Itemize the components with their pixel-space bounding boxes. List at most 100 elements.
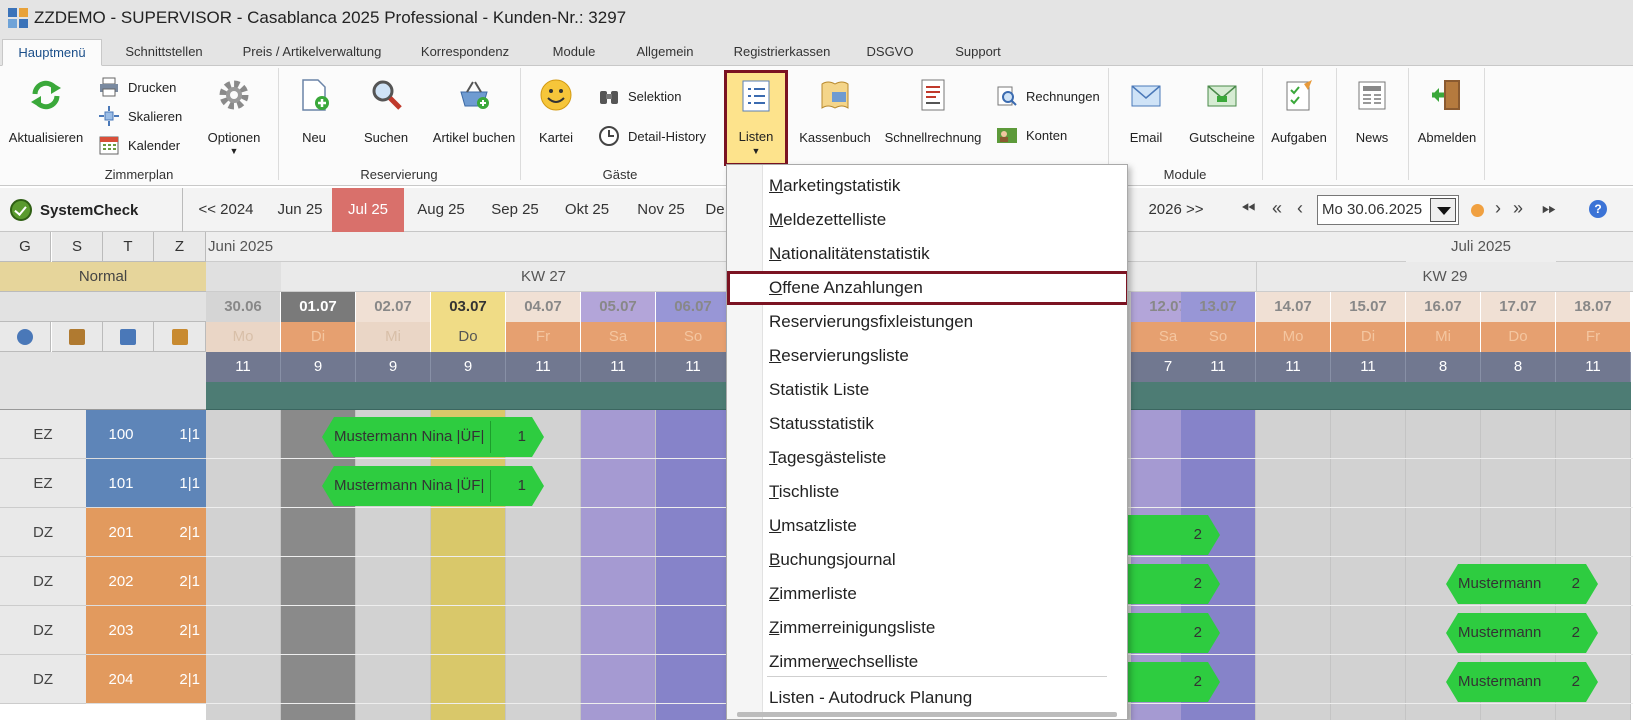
menu-item[interactable]: Marketingstatistik bbox=[727, 169, 1127, 203]
listen-button[interactable]: Listen ▼ bbox=[724, 70, 788, 166]
day-date-header[interactable]: 01.07 bbox=[281, 292, 356, 322]
chevron-down-icon[interactable] bbox=[1430, 198, 1456, 222]
day-date-header[interactable]: 03.07 bbox=[431, 292, 506, 322]
email-button[interactable]: Email bbox=[1116, 74, 1176, 164]
menu-scrollbar[interactable] bbox=[737, 712, 1117, 717]
day-date-header[interactable]: 02.07 bbox=[356, 292, 431, 322]
menu-item[interactable]: Tischliste bbox=[727, 475, 1127, 509]
menu-item[interactable]: Tagesgästeliste bbox=[727, 441, 1127, 475]
day-date-header[interactable]: 18.07 bbox=[1556, 292, 1631, 322]
artikel-buchen-button[interactable]: Artikel buchen bbox=[426, 74, 522, 164]
kassenbuch-button[interactable]: Kassenbuch bbox=[798, 74, 872, 164]
filter-button[interactable] bbox=[0, 322, 51, 352]
kartei-button[interactable]: Kartei bbox=[528, 74, 584, 164]
filter-header-z[interactable]: Z bbox=[154, 232, 206, 262]
konten-button[interactable]: Konten bbox=[996, 122, 1067, 148]
room-number[interactable]: 203 bbox=[86, 606, 156, 655]
filter-button[interactable] bbox=[52, 322, 103, 352]
reservation-block[interactable]: Mustermann Nina |ÜF| 1 bbox=[322, 466, 544, 506]
menu-item[interactable]: Listen - Autodruck Planung bbox=[727, 681, 1127, 715]
last-page-icon[interactable]: ⏩︎ bbox=[1542, 198, 1556, 219]
tab-support[interactable]: Support bbox=[938, 39, 1018, 66]
filter-header-g[interactable]: G bbox=[0, 232, 51, 262]
group-separator bbox=[1484, 68, 1485, 180]
nav-next-year[interactable]: 2026 >> bbox=[1134, 188, 1218, 232]
reservation-block[interactable]: Mustermann Nina |ÜF| 1 bbox=[322, 417, 544, 457]
menu-item[interactable]: Umsatzliste bbox=[727, 509, 1127, 543]
nav-month-aug[interactable]: Aug 25 bbox=[404, 188, 478, 232]
tab-schnittstellen[interactable]: Schnittstellen bbox=[108, 39, 220, 66]
day-date-header[interactable]: 16.07 bbox=[1406, 292, 1481, 322]
menu-item[interactable]: Reservierungsliste bbox=[727, 339, 1127, 373]
next-day-icon[interactable]: › bbox=[1495, 198, 1501, 219]
menu-item[interactable]: Reservierungsfixleistungen bbox=[727, 305, 1127, 339]
nav-month-jun[interactable]: Jun 25 bbox=[268, 188, 332, 232]
day-date-header[interactable]: 05.07 bbox=[581, 292, 656, 322]
menu-item[interactable]: Zimmerreinigungsliste bbox=[727, 611, 1127, 645]
room-number[interactable]: 202 bbox=[86, 557, 156, 606]
kalender-button[interactable]: Kalender bbox=[98, 132, 180, 158]
tab-module[interactable]: Module bbox=[536, 39, 612, 66]
schnellrechnung-button[interactable]: Schnellrechnung bbox=[884, 74, 982, 164]
day-date-header[interactable]: 06.07 bbox=[656, 292, 731, 322]
prev-day-icon[interactable]: ‹ bbox=[1297, 198, 1303, 219]
rechnungen-button[interactable]: Rechnungen bbox=[996, 83, 1100, 109]
menu-item[interactable]: Zimmerwechselliste bbox=[727, 645, 1127, 679]
menu-item[interactable]: Zimmerliste bbox=[727, 577, 1127, 611]
day-date-header[interactable]: 04.07 bbox=[506, 292, 581, 322]
menu-item[interactable]: Statistik Liste bbox=[727, 373, 1127, 407]
day-date-header[interactable]: 13.07 bbox=[1181, 292, 1256, 322]
prev-week-icon[interactable]: « bbox=[1272, 198, 1282, 219]
aktualisieren-button[interactable]: Aktualisieren bbox=[4, 74, 88, 164]
day-date-header[interactable]: 14.07 bbox=[1256, 292, 1331, 322]
tab-korrespondenz[interactable]: Korrespondenz bbox=[406, 39, 524, 66]
nav-month-sep[interactable]: Sep 25 bbox=[478, 188, 552, 232]
menu-item[interactable]: Statusstatistik bbox=[727, 407, 1127, 441]
room-number[interactable]: 204 bbox=[86, 655, 156, 704]
aufgaben-button[interactable]: Aufgaben bbox=[1266, 74, 1332, 164]
next-week-icon[interactable]: » bbox=[1513, 198, 1523, 219]
day-date-header[interactable]: 30.06 bbox=[206, 292, 281, 322]
day-column-body bbox=[1331, 410, 1406, 720]
menu-item[interactable]: Nationalitätenstatistik bbox=[727, 237, 1127, 271]
nav-month-nov[interactable]: Nov 25 bbox=[622, 188, 700, 232]
filter-button[interactable] bbox=[154, 322, 206, 352]
first-page-icon[interactable]: ⏪︎ bbox=[1241, 198, 1255, 219]
skalieren-button[interactable]: Skalieren bbox=[98, 103, 182, 129]
gutscheine-button[interactable]: Gutscheine bbox=[1186, 74, 1258, 164]
reservation-block[interactable]: Mustermann 2 bbox=[1446, 564, 1598, 604]
room-number[interactable]: 101 bbox=[86, 459, 156, 508]
systemcheck-button[interactable]: SystemCheck bbox=[0, 188, 183, 232]
menu-item[interactable]: Meldezettelliste bbox=[727, 203, 1127, 237]
abmelden-button[interactable]: Abmelden bbox=[1412, 74, 1482, 164]
tab-allgemein[interactable]: Allgemein bbox=[622, 39, 708, 66]
tab-dsgvo[interactable]: DSGVO bbox=[856, 39, 924, 66]
optionen-button[interactable]: Optionen ▼ bbox=[196, 74, 272, 164]
tab-registrierkassen[interactable]: Registrierkassen bbox=[720, 39, 844, 66]
day-date-header[interactable]: 17.07 bbox=[1481, 292, 1556, 322]
reservation-block[interactable]: Mustermann 2 bbox=[1446, 613, 1598, 653]
room-number[interactable]: 100 bbox=[86, 410, 156, 459]
drucken-button[interactable]: Drucken bbox=[98, 74, 176, 100]
news-button[interactable]: News bbox=[1344, 74, 1400, 164]
help-icon[interactable]: ? bbox=[1589, 200, 1607, 218]
suchen-button[interactable]: Suchen bbox=[356, 74, 416, 164]
room-number[interactable]: 201 bbox=[86, 508, 156, 557]
filter-header-s[interactable]: S bbox=[52, 232, 103, 262]
detail-history-button[interactable]: Detail-History bbox=[598, 123, 706, 149]
today-icon[interactable] bbox=[1471, 204, 1484, 217]
nav-month-okt[interactable]: Okt 25 bbox=[552, 188, 622, 232]
menu-item[interactable]: Offene Anzahlungen bbox=[727, 271, 1127, 305]
filter-header-t[interactable]: T bbox=[103, 232, 154, 262]
tab-hauptmenue[interactable]: Hauptmenü bbox=[2, 39, 102, 66]
tab-preis-artikelverwaltung[interactable]: Preis / Artikelverwaltung bbox=[226, 39, 398, 66]
neu-button[interactable]: Neu bbox=[286, 74, 342, 164]
filter-button[interactable] bbox=[103, 322, 154, 352]
selektion-button[interactable]: Selektion bbox=[598, 83, 681, 109]
nav-prev-year[interactable]: << 2024 bbox=[184, 188, 268, 232]
date-select[interactable]: Mo 30.06.2025 bbox=[1317, 195, 1459, 225]
menu-item[interactable]: Buchungsjournal bbox=[727, 543, 1127, 577]
day-date-header[interactable]: 15.07 bbox=[1331, 292, 1406, 322]
nav-month-jul[interactable]: Jul 25 bbox=[332, 188, 404, 232]
reservation-block[interactable]: Mustermann 2 bbox=[1446, 662, 1598, 702]
